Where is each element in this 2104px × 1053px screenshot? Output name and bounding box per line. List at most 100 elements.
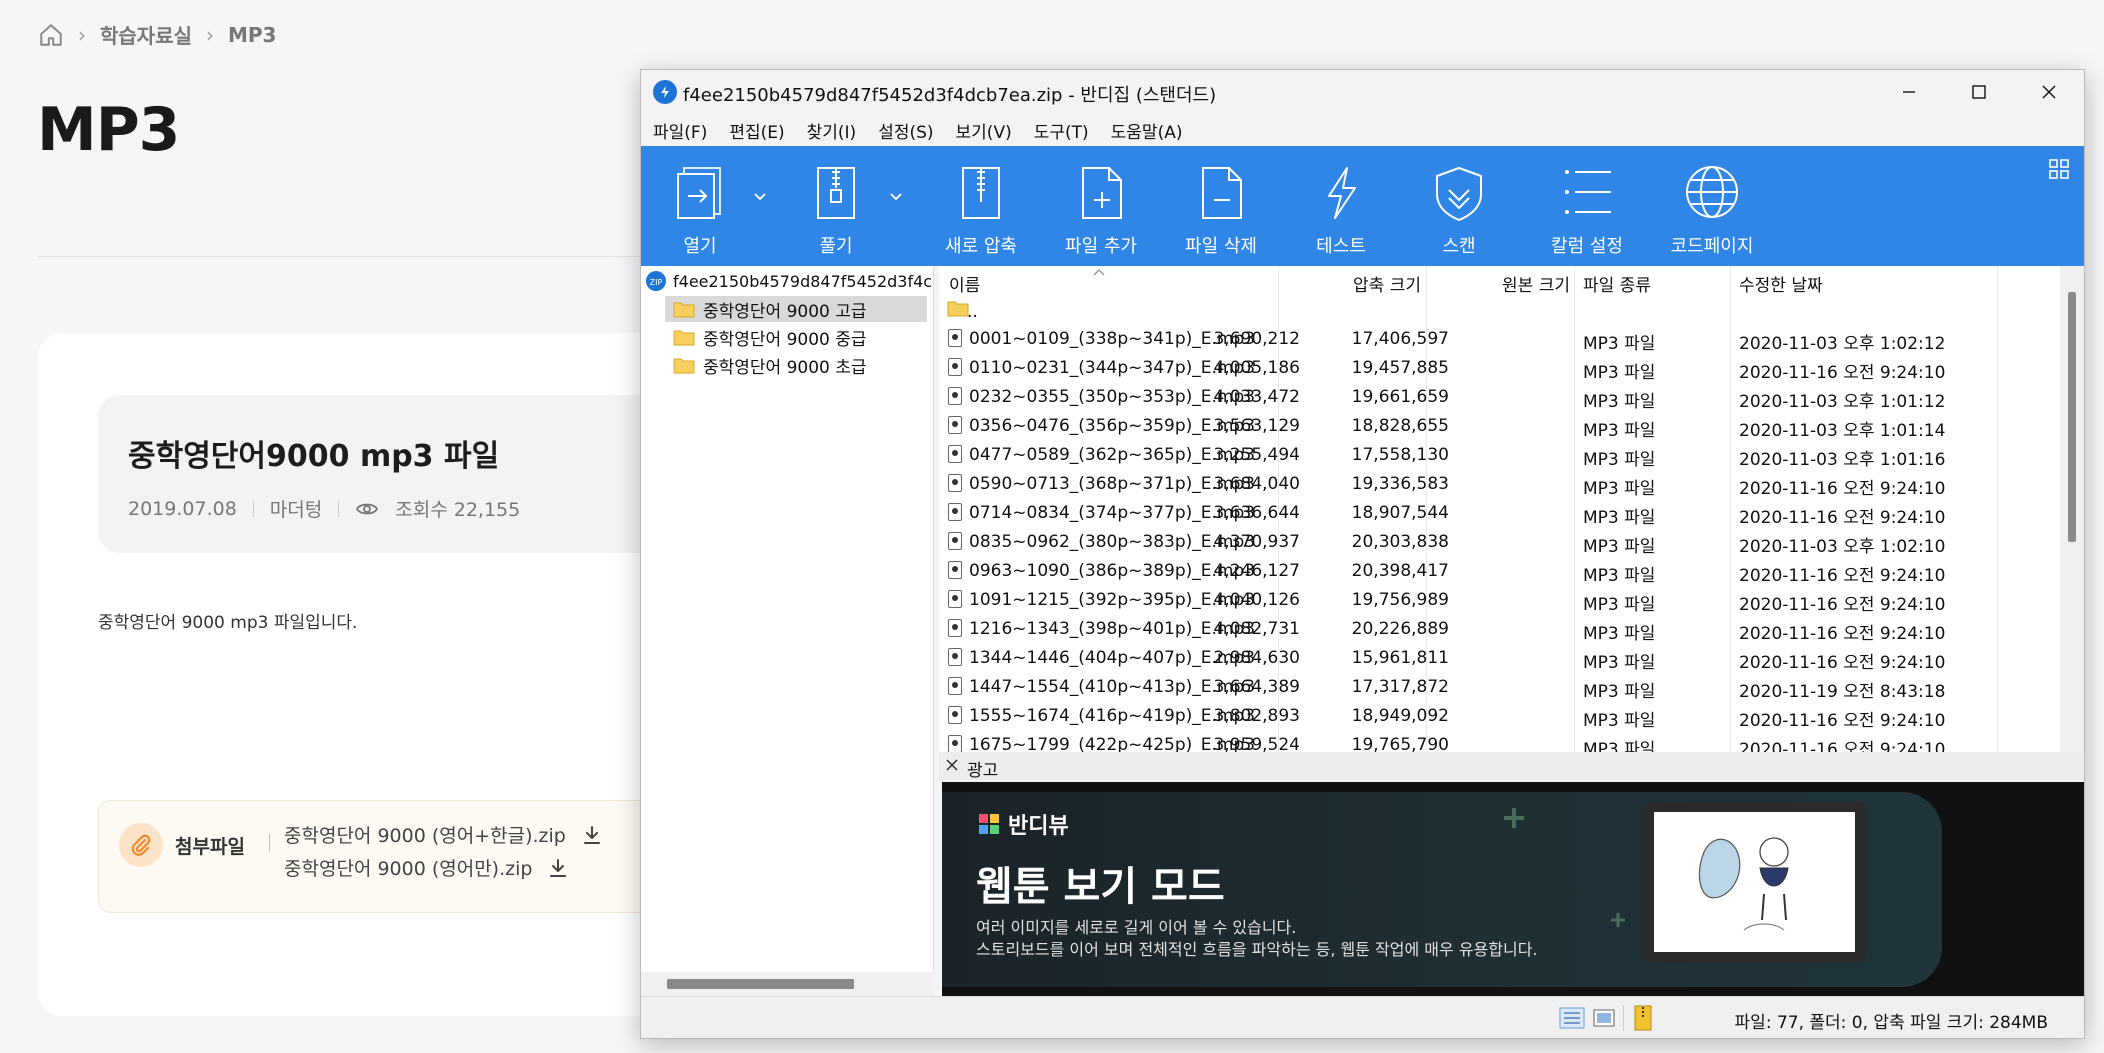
tree-folder[interactable]: 중학영단어 9000 고급 xyxy=(665,296,927,322)
menu-bar: 파일(F) 편집(E) 찾기(I) 설정(S) 보기(V) 도구(T) 도움말(… xyxy=(641,114,2084,146)
view-count: 조회수 22,155 xyxy=(395,499,521,521)
column-settings-button[interactable]: 칼럼 설정 xyxy=(1527,146,1647,266)
codepage-label: 코드페이지 xyxy=(1670,236,1754,257)
maximize-button[interactable] xyxy=(1944,70,2014,114)
attachment-filename[interactable]: 중학영단어 9000 (영어만).zip xyxy=(284,854,532,881)
file-row[interactable]: 0477~0589_(362p~365p)_E.mp3 3,255,494 17,5… xyxy=(939,441,2039,470)
menu-help[interactable]: 도움말(A) xyxy=(1111,118,1183,143)
packed-size: 4,246,127 xyxy=(1213,561,1300,581)
tree-folder[interactable]: 중학영단어 9000 초급 xyxy=(665,352,927,378)
original-size: 19,336,583 xyxy=(1351,474,1449,494)
file-row[interactable]: 1344~1446_(404p~407p)_E.mp3 2,984,630 15,9… xyxy=(939,644,2039,673)
file-row[interactable]: 0232~0355_(350p~353p)_E.mp3 4,033,472 19,6… xyxy=(939,383,2039,412)
file-row[interactable]: 0714~0834_(374p~377p)_E.mp3 3,636,644 18,9… xyxy=(939,499,2039,528)
vertical-scrollbar[interactable] xyxy=(2060,266,2084,752)
details-view-icon[interactable] xyxy=(1559,1007,1585,1029)
download-icon[interactable] xyxy=(546,856,570,880)
minimize-button[interactable] xyxy=(1874,70,1944,114)
file-name: 0590~0713_(368p~371p)_E.mp3 xyxy=(969,474,1256,494)
original-size: 17,406,597 xyxy=(1351,329,1449,349)
file-row[interactable]: 0110~0231_(344p~347p)_E.mp3 4,005,186 19,4… xyxy=(939,354,2039,383)
column-header-size[interactable]: 원본 크기 xyxy=(1502,271,1570,296)
post-date: 2019.07.08 xyxy=(128,497,237,520)
file-row[interactable]: 1447~1554_(410p~413p)_E.mp3 3,664,389 17,3… xyxy=(939,673,2039,702)
menu-edit[interactable]: 편집(E) xyxy=(729,118,784,143)
scrollbar-thumb[interactable] xyxy=(667,979,854,989)
add-file-button[interactable]: 파일 추가 xyxy=(1041,146,1161,266)
new-archive-button[interactable]: 새로 압축 xyxy=(921,146,1041,266)
status-bar: 파일: 77, 폴더: 0, 압축 파일 크기: 284MB xyxy=(641,996,2084,1038)
paperclip-icon xyxy=(119,823,163,867)
list-row-parent[interactable]: .. xyxy=(939,296,2039,325)
file-name: 1675~1799_(422p~425p)_E.mp3 xyxy=(969,735,1256,752)
lightning-icon xyxy=(1328,167,1356,219)
menu-file[interactable]: 파일(F) xyxy=(653,118,707,143)
modified-date: 2020-11-19 오전 8:43:18 xyxy=(1739,682,1946,702)
modified-date: 2020-11-16 오전 9:24:10 xyxy=(1739,595,1946,615)
column-header-type[interactable]: 파일 종류 xyxy=(1583,271,1651,296)
delete-file-button[interactable]: 파일 삭제 xyxy=(1161,146,1281,266)
test-button[interactable]: 테스트 xyxy=(1291,146,1391,266)
thumbnail-view-icon[interactable] xyxy=(1593,1007,1615,1029)
menu-settings[interactable]: 설정(S) xyxy=(878,118,933,143)
menu-find[interactable]: 찾기(I) xyxy=(807,118,857,143)
file-row[interactable]: 0835~0962_(380p~383p)_E.mp3 4,370,937 20,3… xyxy=(939,528,2039,557)
extract-icon xyxy=(817,167,855,219)
mp3-file-icon xyxy=(948,387,962,405)
delete-file-label: 파일 삭제 xyxy=(1185,236,1257,257)
file-row[interactable]: 1216~1343_(398p~401p)_E.mp3 4,082,731 20,2… xyxy=(939,615,2039,644)
packed-size: 3,959,524 xyxy=(1213,735,1300,752)
parent-folder-label: .. xyxy=(967,302,978,322)
globe-icon xyxy=(1686,166,1738,218)
file-row[interactable]: 1091~1215_(392p~395p)_E.mp3 4,040,126 19,7… xyxy=(939,586,2039,615)
breadcrumb-item[interactable]: MP3 xyxy=(228,23,276,47)
home-icon[interactable] xyxy=(38,22,64,48)
zip-file-icon: ZIP xyxy=(646,271,666,291)
file-row[interactable]: 1675~1799_(422p~425p)_E.mp3 3,959,524 19,7… xyxy=(939,731,2039,752)
close-icon[interactable] xyxy=(945,758,959,772)
codepage-button[interactable]: 코드페이지 xyxy=(1647,146,1777,266)
divider xyxy=(1623,1005,1624,1031)
menu-view[interactable]: 보기(V) xyxy=(956,118,1012,143)
download-icon[interactable] xyxy=(580,823,604,847)
ad-label: 광고 xyxy=(967,761,999,781)
chevron-down-icon[interactable] xyxy=(753,192,767,202)
column-header-date[interactable]: 수정한 날짜 xyxy=(1739,271,1823,296)
horizontal-scrollbar[interactable] xyxy=(641,972,934,996)
file-row[interactable]: 0590~0713_(368p~371p)_E.mp3 3,684,040 19,3… xyxy=(939,470,2039,499)
menu-tools[interactable]: 도구(T) xyxy=(1034,118,1089,143)
scan-button[interactable]: 스캔 xyxy=(1409,146,1509,266)
divider xyxy=(252,500,254,517)
attachments-title: 첨부파일 xyxy=(175,835,245,858)
chevron-down-icon[interactable] xyxy=(889,192,903,202)
original-size: 17,558,130 xyxy=(1351,445,1449,465)
tree-folder-label: 중학영단어 9000 초급 xyxy=(703,357,867,378)
column-header-packed[interactable]: 압축 크기 xyxy=(1353,271,1421,296)
extract-button[interactable]: 풀기 xyxy=(791,146,881,266)
tree-folder[interactable]: 중학영단어 9000 중급 xyxy=(665,324,927,350)
svg-text:ZIP: ZIP xyxy=(650,278,663,287)
ad-banner[interactable]: 반디뷰 웹툰 보기 모드 여러 이미지를 세로로 길게 이어 볼 수 있습니다.… xyxy=(942,782,2084,996)
attachment-file[interactable]: 중학영단어 9000 (영어만).zip xyxy=(284,854,570,881)
column-header-name[interactable]: 이름 xyxy=(949,271,980,296)
breadcrumb-item[interactable]: 학습자료실 xyxy=(100,20,192,49)
scrollbar-thumb[interactable] xyxy=(2068,292,2076,542)
packed-size: 3,664,389 xyxy=(1213,677,1300,697)
file-row[interactable]: 0356~0476_(356p~359p)_E.mp3 3,563,129 18,8… xyxy=(939,412,2039,441)
archive-info-icon[interactable] xyxy=(1633,1005,1653,1031)
breadcrumb: › 학습자료실 › MP3 xyxy=(38,20,276,49)
title-bar[interactable]: f4ee2150b4579d847f5452d3f4dcb7ea.zip - 반… xyxy=(641,70,2084,114)
close-button[interactable] xyxy=(2014,70,2084,114)
attachment-filename[interactable]: 중학영단어 9000 (영어+한글).zip xyxy=(284,821,566,848)
open-button[interactable]: 열기 xyxy=(655,146,745,266)
file-row[interactable]: 0001~0109_(338p~341p)_E.mp3 3,690,212 17,4… xyxy=(939,325,2039,354)
file-name: 0714~0834_(374p~377p)_E.mp3 xyxy=(969,503,1256,523)
original-size: 19,756,989 xyxy=(1351,590,1449,610)
file-row[interactable]: 1555~1674_(416p~419p)_E.mp3 3,802,893 18,9… xyxy=(939,702,2039,731)
layout-grid-icon[interactable] xyxy=(2048,158,2070,180)
original-size: 18,949,092 xyxy=(1351,706,1449,726)
file-row[interactable]: 0963~1090_(386p~389p)_E.mp3 4,246,127 20,3… xyxy=(939,557,2039,586)
file-name: 0001~0109_(338p~341p)_E.mp3 xyxy=(969,329,1256,349)
tree-root[interactable]: ZIP f4ee2150b4579d847f5452d3f4c xyxy=(645,270,932,292)
attachment-file[interactable]: 중학영단어 9000 (영어+한글).zip xyxy=(284,821,604,848)
